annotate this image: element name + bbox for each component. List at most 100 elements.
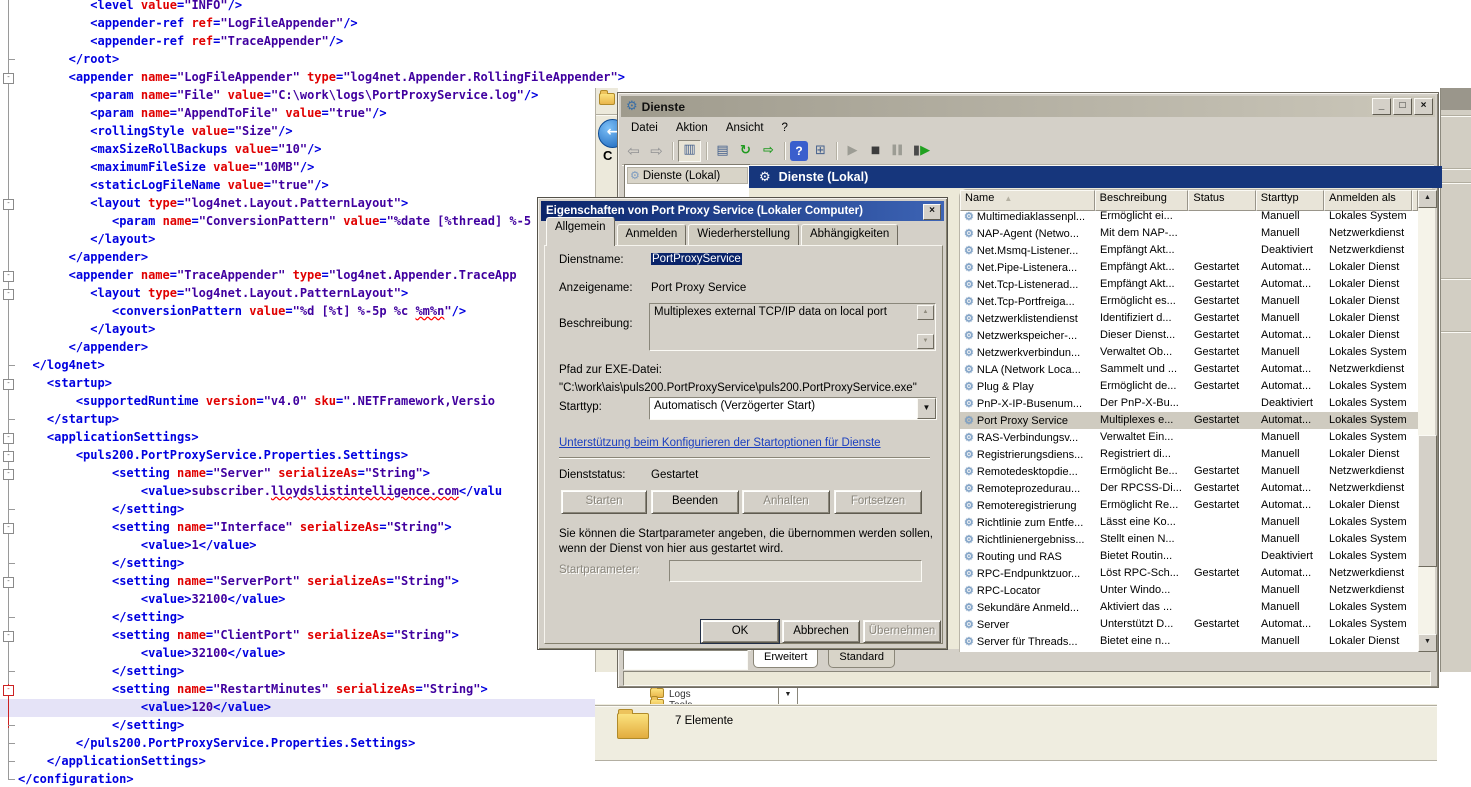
startoptions-help-link[interactable]: Unterstützung beim Konfigurieren der Sta… [559, 437, 881, 449]
table-row[interactable]: ⚙Remotedesktopdie...Ermöglicht Be...Gest… [960, 463, 1418, 480]
fold-toggle[interactable]: - [3, 199, 14, 210]
code-line[interactable]: <applicationSettings> [47, 428, 199, 446]
tab-allgemein[interactable]: Allgemein [546, 217, 615, 246]
table-row[interactable]: ⚙ServerUnterstützt D...GestartetAutomat.… [960, 616, 1418, 633]
minimize-button[interactable]: _ [1372, 98, 1391, 115]
table-row[interactable]: ⚙Netzwerkverbindun...Verwaltet Ob...Gest… [960, 344, 1418, 361]
show-console-icon[interactable]: ⊞ [810, 141, 831, 161]
code-line[interactable]: <appender-ref ref="LogFileAppender"/> [90, 14, 357, 32]
beschreibung-field[interactable]: Multiplexes external TCP/IP data on loca… [649, 303, 936, 351]
export-list-icon[interactable]: ⇨ [758, 141, 779, 161]
code-line[interactable]: <level value="INFO"/> [90, 0, 242, 14]
code-line[interactable]: <value>32100</value> [141, 644, 286, 662]
table-row[interactable]: ⚙Net.Tcp-Listenerad...Empfängt Akt...Ges… [960, 276, 1418, 293]
code-line[interactable]: <value>32100</value> [141, 590, 286, 608]
table-row[interactable]: ⚙NAP-Agent (Netwo...Mit dem NAP-...Manue… [960, 225, 1418, 242]
stop-service-icon[interactable]: ■ [865, 141, 886, 161]
code-line[interactable]: </setting> [112, 554, 184, 572]
tab-wiederherstellung[interactable]: Wiederherstellung [688, 224, 799, 246]
view-tab-standard[interactable]: Standard [828, 650, 895, 668]
code-line[interactable]: <setting name="Server" serializeAs="Stri… [112, 464, 430, 482]
code-line[interactable]: <rollingStyle value="Size"/> [90, 122, 292, 140]
maximize-button[interactable]: □ [1393, 98, 1412, 115]
fold-toggle[interactable]: - [3, 577, 14, 588]
code-line[interactable]: <puls200.PortProxyService.Properties.Set… [76, 446, 408, 464]
table-row[interactable]: ⚙Routing und RASBietet Routin...Deaktivi… [960, 548, 1418, 565]
code-line[interactable]: <appender name="LogFileAppender" type="l… [69, 68, 625, 86]
code-line[interactable]: </layout> [90, 320, 155, 338]
table-row[interactable]: ⚙RemoteregistrierungErmöglicht Re...Gest… [960, 497, 1418, 514]
table-row[interactable]: ⚙Net.Msmq-Listener...Empfängt Akt...Deak… [960, 242, 1418, 259]
help-icon[interactable]: ? [790, 141, 808, 161]
table-row[interactable]: ⚙Netzwerkspeicher-...Dieser Dienst...Ges… [960, 327, 1418, 344]
table-row[interactable]: ⚙NLA (Network Loca...Sammelt und ...Gest… [960, 361, 1418, 378]
table-row[interactable]: ⚙Richtlinienergebniss...Stellt einen N..… [960, 531, 1418, 548]
code-line[interactable]: </setting> [112, 662, 184, 680]
table-row[interactable]: ⚙Net.Pipe-Listenera...Empfängt Akt...Ges… [960, 259, 1418, 276]
table-row[interactable]: ⚙Registrierungsdiens...Registriert di...… [960, 446, 1418, 463]
code-line[interactable]: <layout type="log4net.Layout.PatternLayo… [90, 194, 408, 212]
menu-item-aktion[interactable]: Aktion [667, 120, 717, 136]
table-row[interactable]: ⚙RPC-Endpunktzuor...Löst RPC-Sch...Gesta… [960, 565, 1418, 582]
table-row[interactable]: ⚙Remoteprozedurau...Der RPCSS-Di...Gesta… [960, 480, 1418, 497]
scroll-down-button[interactable]: ▼ [1418, 634, 1437, 652]
code-line[interactable]: </puls200.PortProxyService.Properties.Se… [76, 734, 416, 752]
filter-input[interactable] [623, 650, 748, 670]
fold-toggle[interactable]: - [3, 379, 14, 390]
pause-service-icon[interactable]: ▌▌ [888, 141, 909, 161]
show-tree-icon[interactable]: ▥ [678, 140, 701, 162]
code-line[interactable]: <maximumFileSize value="10MB"/> [90, 158, 314, 176]
close-button[interactable]: × [1414, 98, 1433, 115]
code-line[interactable]: <maxSizeRollBackups value="10"/> [90, 140, 321, 158]
fold-toggle[interactable]: - [3, 451, 14, 462]
code-line[interactable]: <staticLogFileName value="true"/> [90, 176, 328, 194]
refresh-icon[interactable]: ↻ [735, 141, 756, 161]
starttyp-select[interactable]: Automatisch (Verzögerter Start) ▼ [649, 397, 937, 420]
scroll-up-button[interactable]: ▲ [1418, 190, 1437, 208]
back-button[interactable]: ← [598, 119, 618, 148]
code-line[interactable]: <param name="File" value="C:\work\logs\P… [90, 86, 538, 104]
scrollbar-thumb[interactable] [1418, 435, 1437, 567]
fold-toggle[interactable]: - [3, 685, 14, 696]
dropdown-button[interactable]: ▼ [778, 687, 798, 704]
code-line[interactable]: </appender> [69, 338, 148, 356]
forward-icon[interactable]: ⇨ [646, 141, 667, 161]
code-line[interactable]: </layout> [90, 230, 155, 248]
view-tab-erweitert[interactable]: Erweitert [753, 650, 818, 668]
code-line[interactable]: </appender> [69, 248, 148, 266]
code-line[interactable]: <param name="AppendToFile" value="true"/… [90, 104, 386, 122]
chevron-down-icon[interactable]: ▼ [917, 398, 936, 419]
code-line[interactable]: <layout type="log4net.Layout.PatternLayo… [90, 284, 408, 302]
close-button[interactable]: × [923, 204, 941, 220]
table-row[interactable]: ⚙Server für Threads...Bietet eine n...Ma… [960, 633, 1418, 650]
table-row[interactable]: ⚙RAS-Verbindungsv...Verwaltet Ein...Manu… [960, 429, 1418, 446]
window-titlebar[interactable]: ⚙ Dienste _□× [621, 96, 1435, 117]
table-row[interactable]: ⚙Multimediaklassenpl...Ermöglicht ei...M… [960, 208, 1418, 225]
back-icon[interactable]: ⇦ [623, 141, 644, 161]
fold-toggle[interactable]: - [3, 631, 14, 642]
table-row[interactable]: ⚙PnP-X-IP-Busenum...Der PnP-X-Bu...Deakt… [960, 395, 1418, 412]
ok-button[interactable]: OK [701, 620, 779, 643]
restart-service-icon[interactable]: ▮▶ [911, 141, 932, 161]
beenden-button[interactable]: Beenden [651, 490, 739, 514]
table-row[interactable]: ⚙Plug & PlayErmöglicht de...GestartetAut… [960, 378, 1418, 395]
scrollbar[interactable]: ▲ ▼ [1418, 190, 1435, 652]
code-line[interactable]: </applicationSettings> [47, 752, 206, 770]
code-line[interactable]: <supportedRuntime version="v4.0" sku=".N… [76, 392, 495, 410]
fold-toggle[interactable]: - [3, 73, 14, 84]
table-row[interactable]: ⚙RPC-LocatorUnter Windo...ManuellNetzwer… [960, 582, 1418, 599]
dienstname-value[interactable]: PortProxyService [651, 253, 742, 265]
code-line[interactable]: </setting> [112, 716, 184, 734]
properties-icon[interactable]: ▤ [712, 141, 733, 161]
fold-toggle[interactable]: - [3, 523, 14, 534]
code-line[interactable]: <setting name="ServerPort" serializeAs="… [112, 572, 459, 590]
code-line[interactable]: <value>1</value> [141, 536, 257, 554]
code-line[interactable]: <setting name="RestartMinutes" serialize… [112, 680, 488, 698]
code-line[interactable]: <value>subscriber.lloydslistintelligence… [141, 482, 502, 500]
code-line[interactable]: <appender-ref ref="TraceAppender"/> [90, 32, 343, 50]
code-line[interactable]: <conversionPattern value="%d [%t] %-5p %… [112, 302, 466, 320]
table-row[interactable]: ⚙NetzwerklistendienstIdentifiziert d...G… [960, 310, 1418, 327]
menu-item-ansicht[interactable]: Ansicht [717, 120, 773, 136]
code-line[interactable]: </configuration> [18, 770, 134, 787]
table-row[interactable]: ⚙Port Proxy ServiceMultiplexes e...Gesta… [960, 412, 1418, 429]
